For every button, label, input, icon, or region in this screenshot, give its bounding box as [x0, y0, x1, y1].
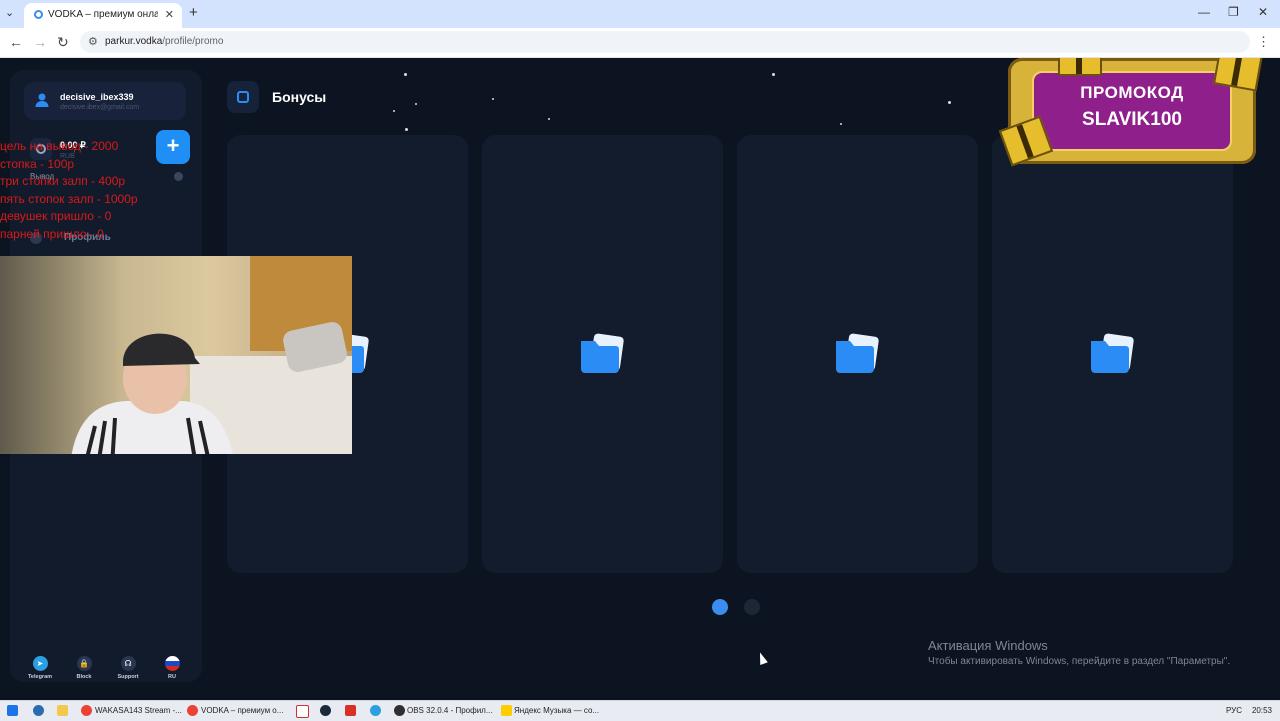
promo-code: SLAVIK100	[1082, 109, 1182, 130]
taskbar-item[interactable]: OBS 32.0.4 - Профил...	[407, 703, 493, 719]
forward-button[interactable]: →	[33, 34, 47, 50]
site-favicon-icon	[34, 10, 43, 19]
mouse-cursor-icon	[756, 650, 768, 666]
taskbar-item[interactable]: Яндекс Музыка — со...	[514, 703, 599, 719]
streamer-image	[71, 333, 233, 454]
stream-overlay-text: цель на вывод - 2000 стопка - 100р три с…	[0, 138, 200, 243]
yandex-music-icon[interactable]	[501, 705, 512, 716]
user-icon	[35, 93, 49, 107]
clock[interactable]: 20:53	[1252, 706, 1272, 715]
url-path: /profile/promo	[162, 36, 224, 47]
bonus-card[interactable]	[992, 135, 1233, 573]
telegram-link[interactable]: ➤ Telegram	[20, 656, 60, 680]
overlay-line: стопка - 100р	[0, 156, 75, 171]
language-link[interactable]: RU	[152, 656, 192, 680]
webcam-overlay	[0, 256, 352, 454]
url-host: parkur.vodka	[105, 36, 163, 47]
active-tab[interactable]: VODKA – премиум онлайн-ка ✕	[24, 3, 182, 28]
watermark-text: Чтобы активировать Windows, перейдите в …	[928, 656, 1231, 667]
obs-icon[interactable]	[394, 705, 405, 716]
sidebar-footer: ➤ Telegram 🔒 Block ☊ Support RU	[20, 656, 192, 690]
overlay-line: пять стопок залп - 1000р	[0, 191, 138, 206]
watermark-title: Активация Windows	[928, 638, 1048, 653]
user-email: decisive.ibex@gmail.com	[60, 104, 140, 111]
pagination-dot[interactable]	[744, 599, 760, 615]
browser-toolbar: ← → ↻ ⚙ parkur.vodka/profile/promo ⋮	[0, 28, 1280, 58]
block-link[interactable]: 🔒 Block	[64, 656, 104, 680]
telegram-icon[interactable]	[370, 705, 381, 716]
maximize-button[interactable]: ❐	[1228, 5, 1239, 19]
promo-banner: ПРОМОКОД SLAVIK100	[998, 58, 1263, 167]
promo-plate: ПРОМОКОД SLAVIK100	[1034, 73, 1230, 149]
browser-menu-button[interactable]: ⋮	[1257, 34, 1270, 50]
language-indicator[interactable]: РУС	[1226, 706, 1242, 715]
tab-close-button[interactable]: ✕	[165, 8, 174, 21]
chrome-icon[interactable]	[187, 705, 198, 716]
steam-icon[interactable]	[320, 705, 331, 716]
gift-icon	[1058, 58, 1102, 76]
chrome-icon[interactable]	[81, 705, 92, 716]
promo-label: ПРОМОКОД	[1080, 83, 1184, 102]
footer-label: Support	[117, 674, 139, 680]
russia-flag-icon	[164, 656, 180, 671]
tab-search-button[interactable]: ⌄	[5, 6, 14, 19]
opera-icon[interactable]	[345, 705, 356, 716]
edge-icon[interactable]	[33, 705, 44, 716]
bonus-card[interactable]	[482, 135, 723, 573]
minimize-button[interactable]: —	[1198, 5, 1210, 19]
folder-icon[interactable]	[57, 705, 68, 716]
overlay-line: парней пришло - 0	[0, 226, 104, 241]
support-link[interactable]: ☊ Support	[108, 656, 148, 680]
address-bar[interactable]: ⚙ parkur.vodka/profile/promo	[80, 31, 1250, 53]
page-title: Бонусы	[272, 89, 327, 105]
new-tab-button[interactable]: +	[189, 4, 198, 21]
pagination-dot-active[interactable]	[712, 599, 728, 615]
windows-activation-watermark: Активация Windows Чтобы активировать Win…	[928, 638, 1230, 667]
start-icon[interactable]	[7, 705, 18, 716]
footer-label: Block	[76, 674, 92, 680]
tab-title: VODKA – премиум онлайн-ка	[48, 9, 158, 20]
overlay-line: девушек пришло - 0	[0, 209, 112, 223]
taskbar-item[interactable]: WAKASA143 Stream -...	[95, 703, 182, 719]
bonus-card[interactable]	[737, 135, 978, 573]
taskbar-item[interactable]: VODKA – премиум о...	[201, 703, 283, 719]
folder-icon	[1091, 333, 1134, 373]
site-info-icon[interactable]: ⚙	[88, 35, 98, 48]
overlay-line: цель на вывод - 2000	[0, 139, 119, 153]
telegram-icon: ➤	[32, 656, 48, 671]
folder-icon	[581, 333, 624, 373]
bonus-icon	[227, 81, 259, 113]
folder-icon	[836, 333, 879, 373]
browser-tabstrip: ⌄ VODKA – премиум онлайн-ка ✕ + — ❐ ✕	[0, 0, 1280, 28]
headset-icon: ☊	[120, 656, 136, 671]
overlay-line: три стопки залп - 400р	[0, 174, 126, 188]
reload-button[interactable]: ↻	[57, 34, 69, 51]
page-content: decisive_ibex339 decisive.ibex@gmail.com…	[0, 58, 1280, 700]
lock-icon: 🔒	[76, 656, 92, 671]
url-text: parkur.vodka/profile/promo	[105, 36, 223, 47]
username: decisive_ibex339	[60, 92, 134, 102]
footer-label: Telegram	[27, 674, 53, 680]
yandex-icon[interactable]	[296, 705, 309, 718]
close-window-button[interactable]: ✕	[1258, 5, 1268, 19]
footer-label: RU	[168, 674, 176, 680]
windows-taskbar: WAKASA143 Stream -... VODKA – премиум о.…	[0, 700, 1280, 721]
user-card[interactable]: decisive_ibex339 decisive.ibex@gmail.com	[24, 82, 186, 120]
back-button[interactable]: ←	[9, 34, 23, 50]
